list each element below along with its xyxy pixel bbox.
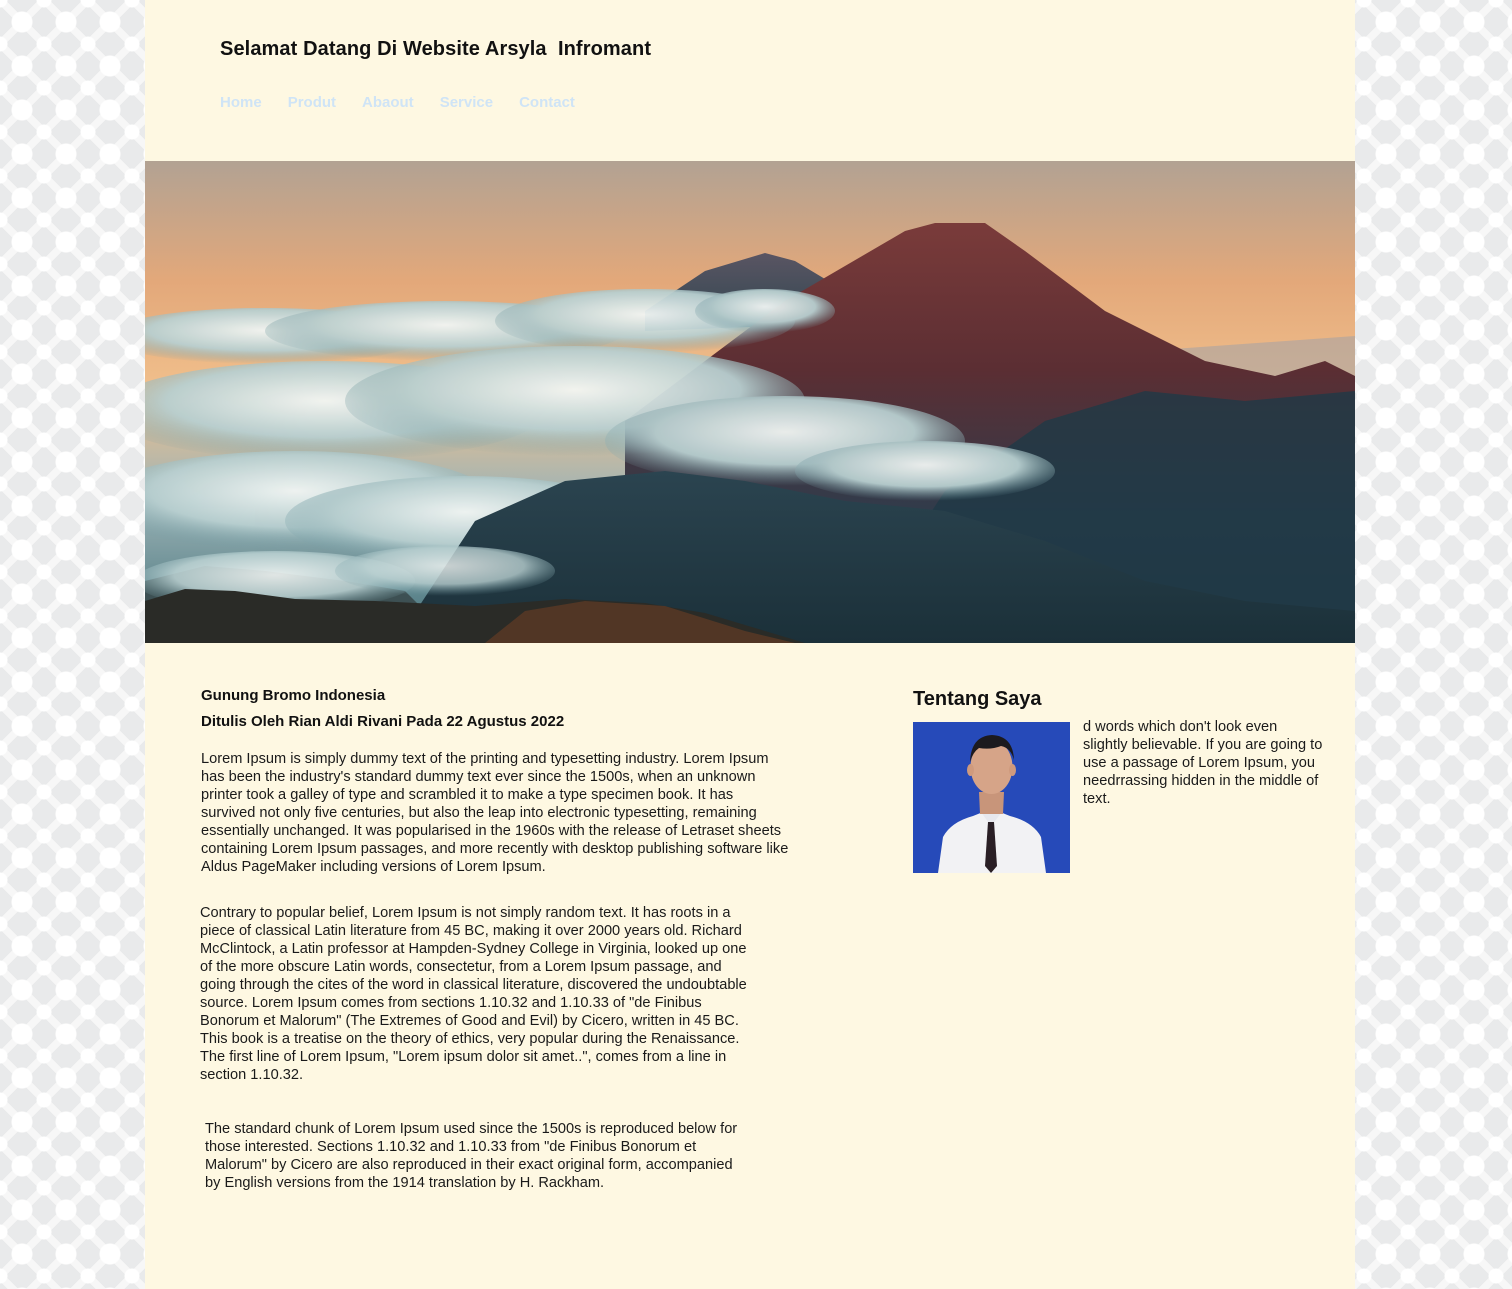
article-paragraph: The standard chunk of Lorem Ipsum used s… [205, 1121, 738, 1191]
profile-photo [913, 722, 1070, 873]
article-paragraph: Lorem Ipsum is simply dummy text of the … [201, 751, 789, 875]
about-me-text: d words which don't look even slightly b… [1083, 719, 1323, 807]
about-me-title: Tentang Saya [913, 688, 1042, 710]
nav-link-contact[interactable]: Contact [519, 94, 575, 111]
nav-link-abaout[interactable]: Abaout [362, 94, 414, 111]
nav-link-service[interactable]: Service [440, 94, 493, 111]
site-title: Selamat Datang Di Website Arsyla Infroma… [220, 38, 652, 60]
nav-link-produt[interactable]: Produt [288, 94, 336, 111]
page-container: Selamat Datang Di Website Arsyla Infroma… [145, 0, 1355, 1289]
nav-link-home[interactable]: Home [220, 94, 262, 111]
main-nav: Home Produt Abaout Service Contact [220, 94, 575, 111]
article-byline: Ditulis Oleh Rian Aldi Rivani Pada 22 Ag… [201, 713, 565, 730]
article-title: Gunung Bromo Indonesia [201, 687, 386, 704]
hero-mountain-image [145, 161, 1355, 643]
article-paragraph: Contrary to popular belief, Lorem Ipsum … [200, 905, 747, 1083]
